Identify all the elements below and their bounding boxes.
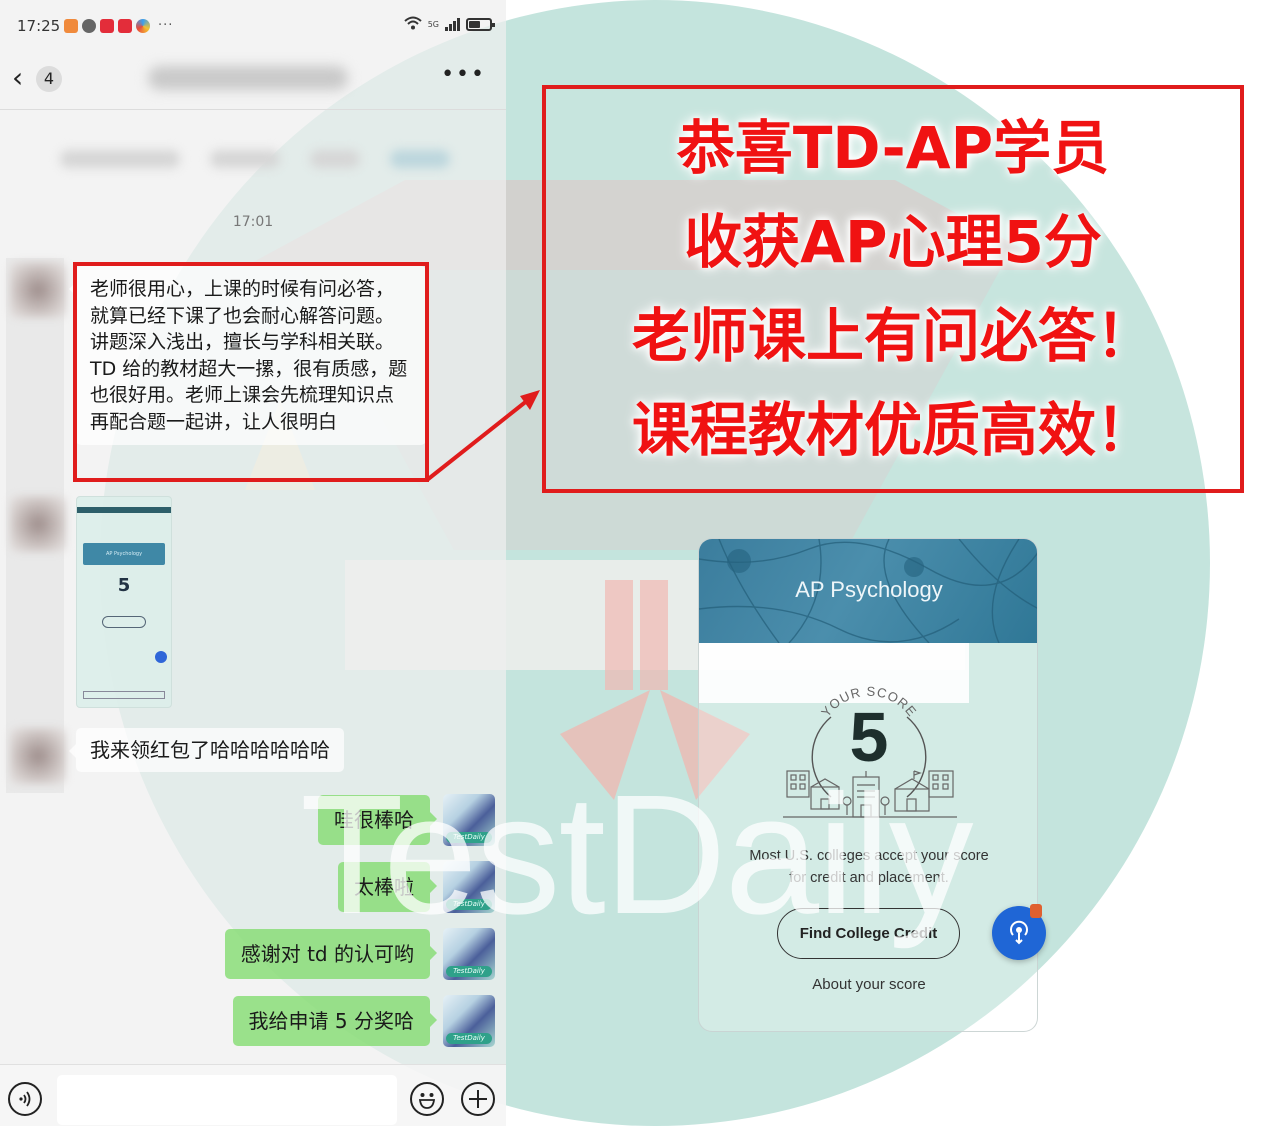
app-notification-icon [100,18,114,33]
my-avatar[interactable]: TestDaily [443,995,495,1047]
about-your-score-link[interactable]: About your score [699,976,1037,993]
thumb-button [102,616,146,628]
avatar-tag: TestDaily [446,832,492,843]
thumb-fab [155,651,167,663]
my-avatar[interactable]: TestDaily [443,794,495,846]
app-notification-icon [118,18,132,33]
unread-count-badge[interactable]: 4 [36,66,62,92]
chat-notice-redacted [60,150,450,170]
sender-avatar[interactable] [10,728,66,784]
system-indicators: 5G [404,16,495,33]
app-notification-icon [136,18,150,33]
find-college-credit-button[interactable]: Find College Credit [777,908,960,959]
my-avatar[interactable]: TestDaily [443,928,495,980]
avatar-tag: TestDaily [446,899,492,910]
chat-screen: 17:25 ··· 5G ‹ 4 ••• 17:01 老师很用心，上课的时候有问… [0,0,506,1126]
message-bubble-incoming[interactable]: 我来领红包了哈哈哈哈哈哈 [69,728,344,772]
message-bubble-outgoing[interactable]: 我给申请 5 分奖哈 [232,996,438,1046]
image-message-score-screenshot[interactable]: AP Psychology 5 [76,496,172,708]
plus-icon [469,1090,487,1108]
callout-line-congrats: 恭喜TD-AP学员 [676,114,1110,182]
card-header: AP Psychology [699,539,1037,643]
time-separator: 17:01 [232,214,274,230]
my-avatar[interactable]: TestDaily [443,861,495,913]
back-button[interactable]: ‹ [12,64,23,92]
voice-icon [19,1091,31,1107]
message-bubble-outgoing[interactable]: 感谢对 td 的认可哟 [224,929,438,979]
sender-avatar[interactable] [10,262,66,318]
chat-title-redacted [148,66,348,90]
more-notifications-icon: ··· [158,18,174,33]
college-buildings-icon [783,770,957,818]
notification-icons: ··· [64,18,173,33]
watermark-tassel [640,580,668,690]
podcast-icon [1010,920,1028,945]
score-value: 5 [849,698,889,776]
more-actions-button[interactable] [461,1082,495,1116]
avatar-tag: TestDaily [446,966,492,977]
review-highlight-box [73,262,429,482]
thumb-score: 5 [117,575,131,596]
wifi-icon [404,16,422,33]
thumb-header [77,507,171,513]
status-time: 17:25 [17,17,61,35]
callout-line-score: 收获AP心理5分 [684,208,1102,276]
sender-avatar[interactable] [10,496,66,552]
message-bubble-outgoing[interactable]: 哇很棒哈 [318,795,437,845]
course-title: AP Psychology [795,577,943,602]
message-input[interactable] [57,1075,397,1125]
ap-score-card: AP Psychology YOUR SCORE 5 Most U.S. col… [698,538,1038,1032]
message-bubble-outgoing[interactable]: 太棒啦 [338,862,437,912]
promo-callout: 恭喜TD-AP学员 收获AP心理5分 老师课上有问必答！ 课程教材优质高效！ [542,85,1244,493]
fab-notification-badge [1030,904,1042,918]
emoji-button[interactable] [410,1082,444,1116]
status-bar: 17:25 ··· 5G [0,0,506,54]
avatar-tag: TestDaily [446,1033,492,1044]
message-input-bar [0,1064,506,1126]
thumb-bottom-bar [83,691,165,699]
voice-input-button[interactable] [8,1082,42,1116]
app-notification-icon [64,18,78,33]
thumb-banner: AP Psychology [83,543,165,565]
callout-line-teacher: 老师课上有问必答！ [631,302,1154,370]
wechat-icon [82,18,96,33]
watermark-tassel [605,580,633,690]
more-options-button[interactable]: ••• [441,62,486,87]
score-description: Most U.S. colleges accept your score for… [749,848,989,886]
smiley-icon [418,1093,436,1109]
signal-icon [445,18,460,31]
chat-header: ‹ 4 ••• [0,54,506,110]
network-type: 5G [427,19,439,29]
battery-icon [466,18,495,31]
callout-line-materials: 课程教材优质高效！ [631,396,1154,464]
